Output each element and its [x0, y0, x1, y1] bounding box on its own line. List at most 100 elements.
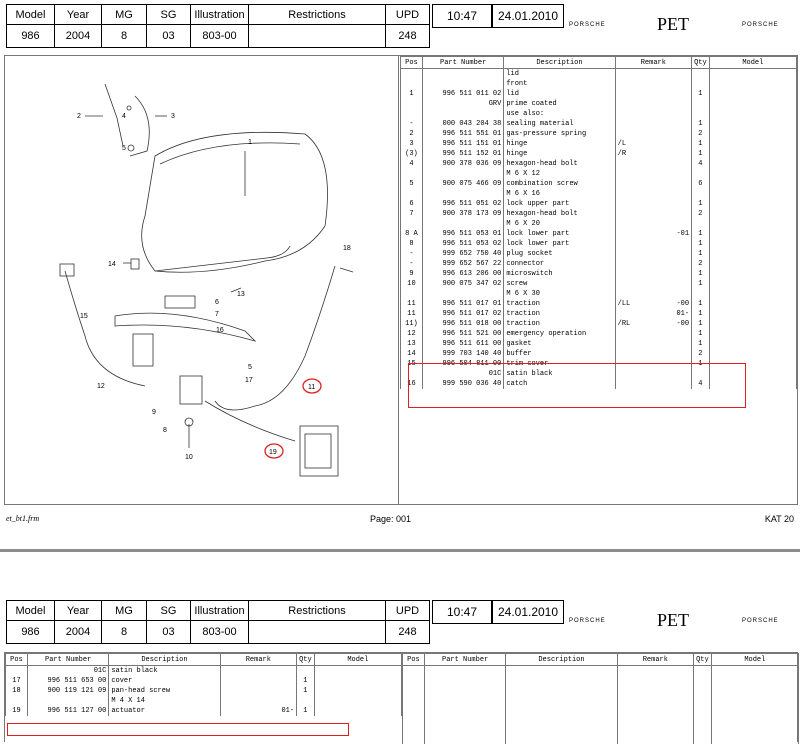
row-model [708, 339, 798, 349]
row-qty: 1 [691, 139, 710, 149]
p2r-col-part-number: Part Number [423, 653, 507, 666]
row-qty [691, 289, 710, 299]
row-remark [219, 686, 298, 696]
row-description: M 6 X 20 [503, 219, 616, 229]
callout-7: 7 [215, 311, 219, 318]
table-row: 11 996 511 017 01 traction -00/LL 1 [400, 299, 798, 309]
row-remark: -01 [614, 229, 693, 239]
row-remark [614, 99, 693, 109]
p2-col-qty: Qty [296, 653, 315, 666]
table-row: -999 652 567 22 connector 2 [400, 259, 798, 269]
callout-15: 15 [80, 313, 88, 320]
microswitch-part [132, 333, 154, 367]
bolt-4 [127, 144, 135, 152]
row-description: lock upper part [503, 199, 616, 209]
p2r-col-pos: Pos [402, 653, 425, 666]
table-row: 8 A 996 511 053 01 lock lower part -01 1 [400, 229, 798, 239]
row-qty [296, 696, 315, 706]
callout-3: 3 [171, 113, 175, 120]
row-pos: 11) [400, 319, 423, 329]
row-model [708, 119, 798, 129]
row-remark [614, 199, 693, 209]
row-part-number: 996 511 053 02 [421, 239, 505, 249]
row-description: use also: [503, 109, 616, 119]
row-qty: 2 [691, 209, 710, 219]
parts-table-page1: Pos Part Number Description Remark Qty M… [400, 56, 798, 389]
row-part-number: 996 511 151 01 [421, 139, 505, 149]
row-pos: 19 [5, 706, 28, 716]
row-part-number: 996 511 127 00 [26, 706, 110, 716]
row-qty: 6 [691, 179, 710, 189]
callout-8: 8 [163, 427, 167, 434]
highlight-traction-rows [408, 363, 746, 408]
table-row: 19 996 511 127 00 actuator 01- 1 [5, 706, 403, 716]
row-pos [400, 109, 423, 119]
row-part-number: GRV [421, 99, 505, 109]
row-qty [691, 79, 710, 89]
p2-value-mg: 8 [101, 620, 147, 644]
callout-5b: 5 [248, 364, 252, 371]
hinge-part [129, 95, 150, 157]
row-pos: 8 [400, 239, 423, 249]
header-value-illustration: 803-00 [190, 24, 249, 48]
table-row: 4 900 378 036 09 hexagon-head bolt 4 [400, 159, 798, 169]
table-row: 10 900 075 347 02 screw 1 [400, 279, 798, 289]
row-description: connector [503, 259, 616, 269]
row-qty [296, 665, 315, 676]
row-pos: 12 [400, 329, 423, 339]
row-pos [5, 665, 28, 676]
p2-label-illustration: Illustration [190, 599, 249, 622]
col-model: Model [708, 56, 798, 69]
row-pos: 3 [400, 139, 423, 149]
screw-18 [339, 267, 354, 273]
row-description: M 6 X 12 [503, 169, 616, 179]
row-description: M 4 X 14 [108, 696, 221, 706]
row-part-number: 900 075 347 02 [421, 279, 505, 289]
row-pos: - [400, 249, 423, 259]
row-qty: 1 [296, 706, 315, 716]
footer-file: et_bt1.frm [6, 514, 40, 523]
brand-area: PORSCHE PET PORSCHE [567, 4, 800, 48]
table-row: 17 996 511 653 00 cover 1 [5, 676, 403, 686]
row-model [708, 349, 798, 359]
row-pos: 11 [400, 299, 423, 309]
row-description: plug socket [503, 249, 616, 259]
row-qty: 1 [296, 676, 315, 686]
row-qty: 2 [691, 349, 710, 359]
page2-body: Pos Part Number Description Remark Qty M… [4, 652, 800, 744]
row-part-number: 999 703 140 40 [421, 349, 505, 359]
row-qty [691, 99, 710, 109]
p2-value-restrictions [248, 620, 386, 644]
row-qty: 1 [691, 199, 710, 209]
row-description: hinge [503, 139, 616, 149]
row-pos: 7 [400, 209, 423, 219]
row-pos: 18 [5, 686, 28, 696]
row-pos [400, 189, 423, 199]
row-remark [614, 349, 693, 359]
callout-6: 6 [215, 299, 219, 306]
callout-16: 16 [216, 327, 224, 334]
row-remark [219, 696, 298, 706]
row-pos: 10 [400, 279, 423, 289]
lock-lower-part [179, 375, 203, 405]
p2-col-model: Model [313, 653, 403, 666]
table-row: -000 043 204 38 sealing material 1 [400, 119, 798, 129]
row-part-number: 900 378 173 09 [421, 209, 505, 219]
row-remark-side: /R [617, 150, 627, 158]
callout-12: 12 [97, 383, 105, 390]
row-qty: 1 [691, 319, 710, 329]
p2-label-sg: SG [146, 599, 191, 622]
row-model [708, 169, 798, 179]
p2-value-year: 2004 [54, 620, 102, 644]
row-pos: 13 [400, 339, 423, 349]
row-model [708, 299, 798, 309]
table-row: 11 996 511 017 02 traction 01- 1 [400, 309, 798, 319]
exploded-illustration: 1 2 3 4 5 5 6 7 8 9 10 12 13 14 15 16 17 [5, 56, 399, 504]
table-row: M 4 X 14 [5, 696, 403, 706]
page2-header: Model Year MG SG Illustration Restrictio… [6, 599, 800, 644]
header-label-mg: MG [101, 3, 147, 26]
row-qty: 4 [691, 159, 710, 169]
row-description: emergency operation [503, 329, 616, 339]
lock-upper-part [164, 295, 196, 309]
row-part-number: 996 511 051 02 [421, 199, 505, 209]
